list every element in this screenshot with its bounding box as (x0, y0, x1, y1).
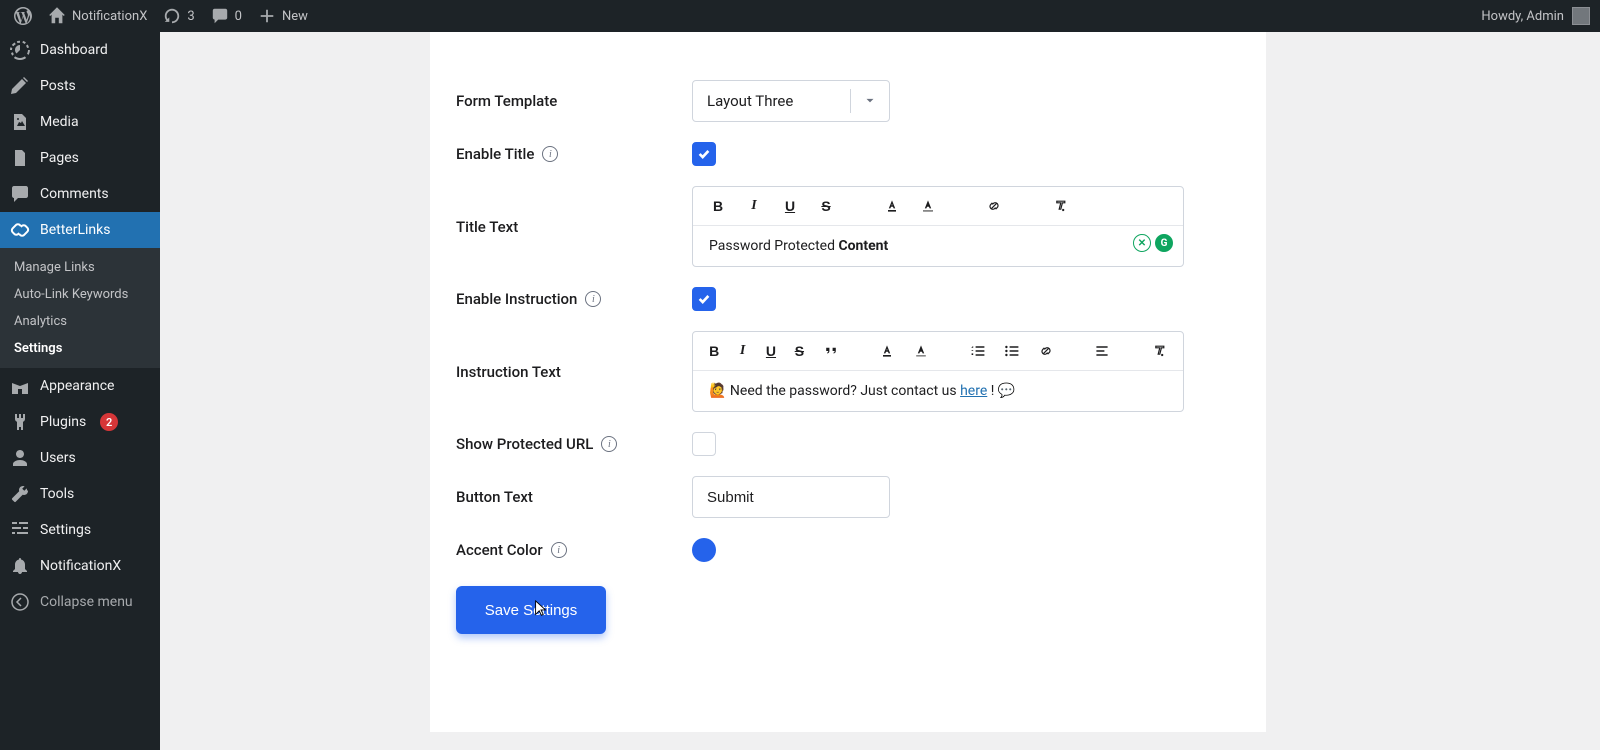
label-form-template: Form Template (430, 92, 692, 110)
settings-panel: Form Template Layout Three Enable Title … (430, 32, 1266, 732)
strike-icon[interactable]: S (794, 342, 804, 360)
label-enable-instruction: Enable Instruction (456, 290, 577, 308)
submenu-settings[interactable]: Settings (0, 335, 160, 362)
instruction-link[interactable]: here (960, 383, 987, 399)
updates[interactable]: 3 (155, 0, 202, 32)
row-show-protected-url: Show Protected URL i (430, 422, 1266, 466)
row-enable-title: Enable Title i (430, 132, 1266, 176)
menu-media[interactable]: Media (0, 104, 160, 140)
label-title-text: Title Text (430, 218, 692, 236)
checkbox-show-protected-url[interactable] (692, 432, 716, 456)
row-button-text: Button Text (430, 466, 1266, 528)
link-icon[interactable] (985, 197, 1003, 215)
label-enable-title: Enable Title (456, 145, 534, 163)
select-value: Layout Three (707, 92, 793, 110)
row-accent-color: Accent Color i (430, 528, 1266, 572)
label-button-text: Button Text (430, 488, 692, 506)
label-accent-color: Accent Color (456, 541, 543, 559)
select-form-template[interactable]: Layout Three (692, 80, 890, 122)
plugins-badge: 2 (100, 413, 118, 431)
quote-icon[interactable] (823, 342, 839, 360)
menu-settings[interactable]: Settings (0, 512, 160, 548)
grammarly-icon[interactable]: G (1155, 234, 1173, 252)
admin-sidebar: Dashboard Posts Media Pages Comments Bet… (0, 32, 160, 750)
italic-icon[interactable]: I (745, 197, 763, 215)
menu-notificationx[interactable]: NotificationX (0, 548, 160, 584)
bold-icon[interactable]: B (709, 342, 719, 360)
editor-title-text: B I U S Passw (692, 186, 1184, 267)
content-wrap: Form Template Layout Three Enable Title … (160, 32, 1600, 750)
underline-icon[interactable]: U (766, 342, 776, 360)
submenu-analytics[interactable]: Analytics (0, 308, 160, 335)
menu-betterlinks[interactable]: BetterLinks (0, 212, 160, 248)
text-color-icon[interactable] (883, 197, 901, 215)
clear-format-icon[interactable] (1051, 197, 1069, 215)
unordered-list-icon[interactable] (1004, 342, 1020, 360)
menu-dashboard[interactable]: Dashboard (0, 32, 160, 68)
new-label: New (282, 9, 308, 24)
row-instruction-text: Instruction Text B I U S (430, 321, 1266, 422)
update-count: 3 (187, 9, 194, 24)
checkbox-enable-title[interactable] (692, 142, 716, 166)
menu-plugins[interactable]: Plugins 2 (0, 404, 160, 440)
submenu-manage-links[interactable]: Manage Links (0, 254, 160, 281)
label-show-protected-url: Show Protected URL (456, 435, 593, 453)
clear-format-icon[interactable] (1151, 342, 1167, 360)
comment-count: 0 (235, 9, 242, 24)
grammarly-badge-icon[interactable]: ✕ (1133, 234, 1151, 252)
ordered-list-icon[interactable] (970, 342, 986, 360)
menu-pages[interactable]: Pages (0, 140, 160, 176)
chevron-down-icon (863, 94, 877, 108)
menu-collapse[interactable]: Collapse menu (0, 584, 160, 620)
menu-comments[interactable]: Comments (0, 176, 160, 212)
input-button-text[interactable] (692, 476, 890, 518)
site-home[interactable]: NotificationX (40, 0, 155, 32)
link-icon[interactable] (1038, 342, 1054, 360)
submenu-auto-link[interactable]: Auto-Link Keywords (0, 281, 160, 308)
info-icon[interactable]: i (542, 146, 558, 162)
title-text-content[interactable]: Password Protected Content ✕ G (693, 226, 1183, 266)
info-icon[interactable]: i (585, 291, 601, 307)
highlight-icon[interactable] (919, 197, 937, 215)
new-content[interactable]: New (250, 0, 316, 32)
instruction-text-content[interactable]: 🙋 Need the password? Just contact us her… (693, 371, 1183, 411)
wp-logo[interactable] (6, 0, 40, 32)
row-form-template: Form Template Layout Three (430, 52, 1266, 132)
color-swatch[interactable] (692, 538, 716, 562)
bold-icon[interactable]: B (709, 197, 727, 215)
title-toolbar: B I U S (693, 187, 1183, 226)
info-icon[interactable]: i (551, 542, 567, 558)
editor-instruction-text: B I U S (692, 331, 1184, 412)
checkbox-enable-instruction[interactable] (692, 287, 716, 311)
submenu-betterlinks: Manage Links Auto-Link Keywords Analytic… (0, 248, 160, 368)
menu-tools[interactable]: Tools (0, 476, 160, 512)
instruction-toolbar: B I U S (693, 332, 1183, 371)
site-name: NotificationX (72, 9, 147, 24)
comments[interactable]: 0 (203, 0, 250, 32)
row-enable-instruction: Enable Instruction i (430, 277, 1266, 321)
highlight-icon[interactable] (913, 342, 929, 360)
italic-icon[interactable]: I (737, 342, 747, 360)
avatar[interactable] (1572, 7, 1590, 25)
howdy-text[interactable]: Howdy, Admin (1481, 9, 1564, 24)
menu-appearance[interactable]: Appearance (0, 368, 160, 404)
underline-icon[interactable]: U (781, 197, 799, 215)
menu-posts[interactable]: Posts (0, 68, 160, 104)
admin-bar: NotificationX 3 0 New Howdy, Admin (0, 0, 1600, 32)
row-title-text: Title Text B I U S (430, 176, 1266, 277)
label-instruction-text: Instruction Text (430, 363, 692, 381)
menu-users[interactable]: Users (0, 440, 160, 476)
save-settings-button[interactable]: Save Settings (456, 586, 606, 634)
align-icon[interactable] (1094, 342, 1110, 360)
strike-icon[interactable]: S (817, 197, 835, 215)
info-icon[interactable]: i (601, 436, 617, 452)
text-color-icon[interactable] (879, 342, 895, 360)
